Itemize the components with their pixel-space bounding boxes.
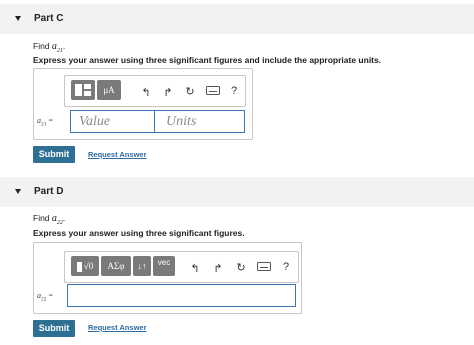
greek-symbols-button[interactable]: μA bbox=[97, 80, 121, 100]
help-icon[interactable]: ? bbox=[227, 85, 241, 97]
answer-input[interactable] bbox=[67, 284, 296, 307]
a21-label: a21 = bbox=[37, 116, 53, 128]
label-eq: = bbox=[48, 291, 54, 300]
label-sub: 21 bbox=[41, 121, 47, 128]
help-icon[interactable]: ? bbox=[279, 261, 293, 273]
reset-icon[interactable]: ↻ bbox=[234, 261, 248, 274]
templates-button[interactable] bbox=[71, 80, 95, 100]
part-c-header[interactable]: Part C bbox=[0, 4, 474, 34]
collapse-caret-icon[interactable] bbox=[15, 189, 21, 194]
find-suffix: . bbox=[62, 213, 66, 223]
keyboard-icon[interactable] bbox=[206, 85, 220, 98]
redo-icon[interactable]: ↱ bbox=[161, 86, 175, 99]
value-placeholder: Value bbox=[79, 114, 111, 129]
label-eq: = bbox=[48, 116, 54, 125]
reset-icon[interactable]: ↻ bbox=[183, 85, 197, 98]
part-c-toolbar: μA ↰ ↱ ↻ ? bbox=[64, 75, 246, 107]
templates-icon bbox=[75, 84, 91, 96]
redo-icon[interactable]: ↱ bbox=[211, 262, 225, 275]
part-c-request-answer-link[interactable]: Request Answer bbox=[88, 150, 147, 159]
part-d-request-answer-link[interactable]: Request Answer bbox=[88, 323, 147, 332]
find-suffix: . bbox=[62, 41, 66, 51]
undo-icon[interactable]: ↰ bbox=[188, 262, 202, 275]
undo-icon[interactable]: ↰ bbox=[139, 86, 153, 99]
part-d-submit-button[interactable]: Submit bbox=[33, 320, 75, 337]
part-d-answer-box: √0 ΑΣφ ↓↑ vec ↰ ↱ ↻ ? a22 = bbox=[33, 242, 302, 314]
part-c-submit-button[interactable]: Submit bbox=[33, 146, 75, 163]
label-sub: 22 bbox=[41, 296, 47, 303]
keyboard-icon[interactable] bbox=[257, 261, 271, 274]
units-placeholder: Units bbox=[166, 114, 197, 129]
find-prefix: Find bbox=[33, 213, 52, 223]
arrows-button[interactable]: ↓↑ bbox=[133, 256, 151, 276]
vec-button[interactable]: vec bbox=[153, 256, 175, 276]
part-d-title: Part D bbox=[34, 186, 64, 197]
part-c-answer-box: μA ↰ ↱ ↻ ? a21 = Value Units bbox=[33, 68, 253, 140]
units-input[interactable]: Units bbox=[154, 110, 245, 133]
a22-label: a22 = bbox=[37, 291, 53, 303]
find-prefix: Find bbox=[33, 41, 52, 51]
part-c-instruction: Express your answer using three signific… bbox=[33, 55, 382, 65]
template-icon bbox=[76, 261, 82, 272]
part-c-title: Part C bbox=[34, 13, 64, 24]
sqrt-label: √0 bbox=[83, 261, 94, 271]
part-c-prompt: Find a21. bbox=[33, 41, 65, 54]
value-input[interactable]: Value bbox=[70, 110, 156, 133]
part-d-instruction: Express your answer using three signific… bbox=[33, 228, 245, 238]
part-d-toolbar: √0 ΑΣφ ↓↑ vec ↰ ↱ ↻ ? bbox=[64, 251, 299, 283]
part-d-header[interactable]: Part D bbox=[0, 177, 474, 207]
collapse-caret-icon[interactable] bbox=[15, 16, 21, 21]
part-d-prompt: Find a22. bbox=[33, 213, 65, 226]
templates-sqrt-button[interactable]: √0 bbox=[71, 256, 99, 276]
greek-symbols-button[interactable]: ΑΣφ bbox=[101, 256, 131, 276]
